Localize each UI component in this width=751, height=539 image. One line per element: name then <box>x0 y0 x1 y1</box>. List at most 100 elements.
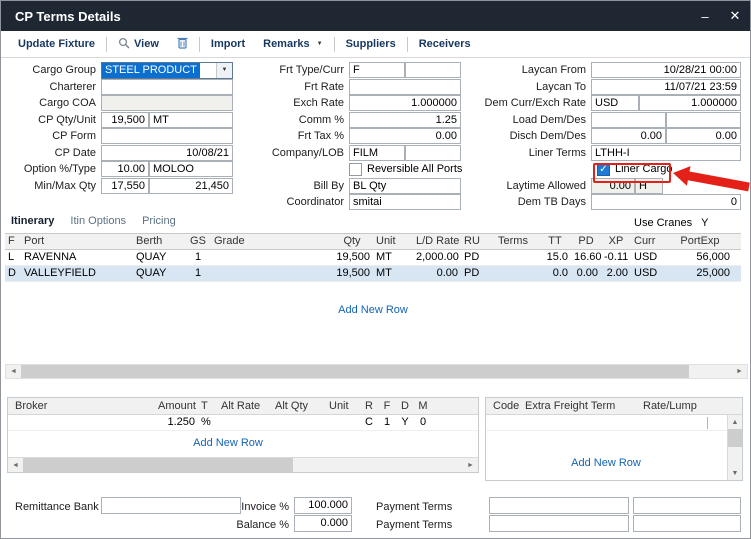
remarks-button[interactable]: Remarks ▼ <box>254 31 331 57</box>
comm-pct-field[interactable]: 1.25 <box>349 112 461 128</box>
header-cell[interactable]: Qty <box>331 234 373 249</box>
header-cell[interactable]: RU <box>461 234 495 249</box>
bill-by-field[interactable]: BL Qty <box>349 178 461 194</box>
header-cell[interactable]: XP <box>601 234 631 249</box>
header-cell[interactable]: Broker <box>12 399 152 414</box>
header-cell[interactable]: Extra Freight Term <box>522 399 640 414</box>
header-cell[interactable]: Unit <box>326 399 360 414</box>
header-cell[interactable]: Code <box>490 399 522 414</box>
suppliers-button[interactable]: Suppliers <box>337 31 405 57</box>
empty-row[interactable] <box>486 415 742 431</box>
company-field[interactable]: FILM <box>349 145 405 161</box>
remittance-bank-field[interactable] <box>101 497 241 514</box>
header-cell[interactable]: Alt Rate <box>218 399 272 414</box>
invoice-pct-field[interactable]: 100.000 <box>294 497 352 514</box>
header-cell[interactable]: Curr <box>631 234 667 249</box>
payment-terms-field-2[interactable] <box>489 515 629 532</box>
disch-des-field[interactable]: 0.00 <box>666 128 741 144</box>
disch-dem-field[interactable]: 0.00 <box>591 128 666 144</box>
table-row[interactable]: L RAVENNA QUAY 1 19,500 MT 2,000.00 PD 1… <box>5 250 741 266</box>
scrollbar-thumb[interactable] <box>21 365 689 378</box>
scroll-left-icon[interactable]: ◄ <box>6 365 21 378</box>
extra-freight-vscrollbar[interactable]: ▲ ▼ <box>727 415 742 480</box>
dropdown-caret-icon[interactable]: ▼ <box>216 63 232 78</box>
header-cell[interactable]: Amount <box>152 399 198 414</box>
delete-button[interactable] <box>168 31 197 57</box>
header-cell[interactable]: M <box>414 399 432 414</box>
extra-freight-add-new-row-link[interactable]: Add New Row <box>486 457 726 469</box>
header-cell[interactable]: D <box>396 399 414 414</box>
header-cell[interactable]: PD <box>571 234 601 249</box>
table-row-selected[interactable]: D VALLEYFIELD QUAY 1 19,500 MT 0.00 PD 0… <box>5 266 741 282</box>
cp-qty-field[interactable]: 19,500 <box>101 112 149 128</box>
payment-terms-field-1[interactable] <box>489 497 629 514</box>
laytime-allowed-field[interactable]: 0.00 <box>591 178 635 194</box>
scroll-down-icon[interactable]: ▼ <box>728 466 742 480</box>
laycan-to-field[interactable]: 11/07/21 23:59 <box>591 79 741 95</box>
lob-field[interactable] <box>405 145 461 161</box>
laycan-from-field[interactable]: 10/28/21 00:00 <box>591 62 741 78</box>
header-cell[interactable]: Terms <box>495 234 539 249</box>
dem-curr-field[interactable]: USD <box>591 95 639 111</box>
table-row[interactable]: 1.250 % C 1 Y 0 <box>8 415 478 431</box>
payment-terms-field-2b[interactable] <box>633 515 741 532</box>
tab-itinerary[interactable]: Itinerary <box>11 215 54 227</box>
max-qty-field[interactable]: 21,450 <box>149 178 233 194</box>
scrollbar-thumb[interactable] <box>728 429 742 447</box>
balance-pct-field[interactable]: 0.000 <box>294 515 352 532</box>
itinerary-hscrollbar[interactable]: ◄ ► <box>5 364 748 379</box>
scroll-up-icon[interactable]: ▲ <box>728 415 742 429</box>
broker-add-new-row-link[interactable]: Add New Row <box>8 437 448 449</box>
close-button[interactable]: ✕ <box>720 1 750 31</box>
itinerary-add-new-row-link[interactable]: Add New Row <box>5 304 741 316</box>
header-cell[interactable]: Berth <box>133 234 185 249</box>
tab-pricing[interactable]: Pricing <box>142 215 176 227</box>
header-cell[interactable]: GS <box>185 234 211 249</box>
header-cell[interactable]: Rate/Lump <box>640 399 724 414</box>
laytime-unit-field[interactable]: H <box>635 178 663 194</box>
frt-tax-field[interactable]: 0.00 <box>349 128 461 144</box>
scroll-right-icon[interactable]: ► <box>463 458 478 472</box>
cargo-coa-field[interactable] <box>101 95 233 111</box>
exch-rate-field[interactable]: 1.000000 <box>349 95 461 111</box>
receivers-button[interactable]: Receivers <box>410 31 480 57</box>
header-cell[interactable]: PortExp <box>667 234 733 249</box>
header-cell[interactable]: TT <box>539 234 571 249</box>
dem-exch-rate-field[interactable]: 1.000000 <box>639 95 741 111</box>
header-cell[interactable]: R <box>360 399 378 414</box>
cp-form-field[interactable] <box>101 128 233 144</box>
frt-curr-field[interactable] <box>405 62 461 78</box>
header-cell[interactable]: Unit <box>373 234 413 249</box>
cp-date-field[interactable]: 10/08/21 <box>101 145 233 161</box>
minimize-button[interactable]: – <box>690 1 720 31</box>
cargo-group-dropdown[interactable]: STEEL PRODUCT ▼ <box>101 62 233 79</box>
header-cell[interactable]: L/D Rate <box>413 234 461 249</box>
broker-hscrollbar[interactable]: ◄ ► <box>8 457 478 472</box>
liner-cargo-checkbox[interactable]: ✓ <box>597 163 610 176</box>
scroll-right-icon[interactable]: ► <box>732 365 747 378</box>
use-cranes-value[interactable]: Y <box>701 217 708 229</box>
header-cell[interactable]: Grade <box>211 234 331 249</box>
min-qty-field[interactable]: 17,550 <box>101 178 149 194</box>
import-button[interactable]: Import <box>202 31 254 57</box>
update-fixture-button[interactable]: Update Fixture <box>9 31 104 57</box>
header-cell[interactable]: Alt Qty <box>272 399 326 414</box>
scroll-left-icon[interactable]: ◄ <box>8 458 23 472</box>
dem-tb-days-field[interactable]: 0 <box>591 194 741 210</box>
tab-itin-options[interactable]: Itin Options <box>70 215 126 227</box>
liner-terms-field[interactable]: LTHH-I <box>591 145 741 161</box>
view-button[interactable]: View <box>109 31 168 57</box>
option-type-field[interactable]: MOLOO <box>149 161 233 177</box>
scrollbar-thumb[interactable] <box>23 458 293 472</box>
header-cell[interactable]: F <box>378 399 396 414</box>
header-cell[interactable]: T <box>198 399 218 414</box>
load-dem-field[interactable] <box>591 112 666 128</box>
reversible-all-ports-checkbox[interactable] <box>349 163 362 176</box>
cp-unit-field[interactable]: MT <box>149 112 233 128</box>
frt-rate-field[interactable] <box>349 79 461 95</box>
option-pct-field[interactable]: 10.00 <box>101 161 149 177</box>
frt-type-field[interactable]: F <box>349 62 405 78</box>
load-des-field[interactable] <box>666 112 741 128</box>
charterer-field[interactable] <box>101 79 233 95</box>
header-cell[interactable]: Port <box>21 234 133 249</box>
